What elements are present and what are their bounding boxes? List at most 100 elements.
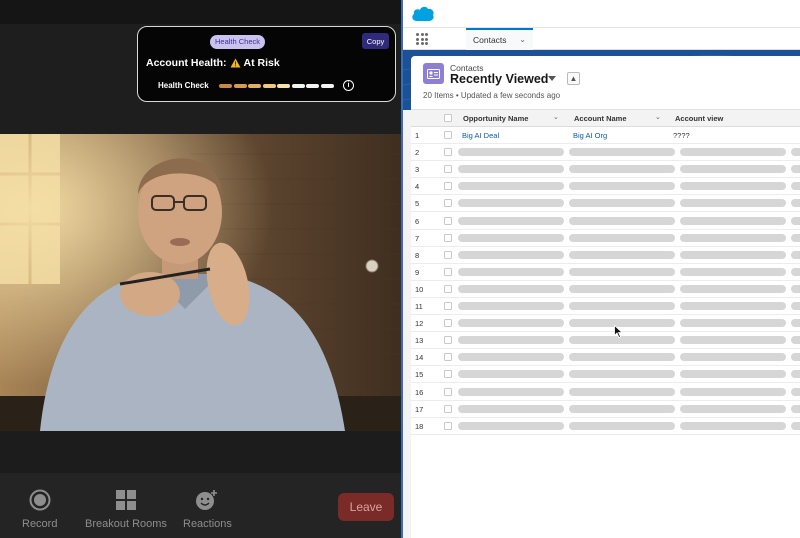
row-number: 4 (415, 182, 420, 192)
loading-placeholder (680, 148, 786, 157)
app-launcher-icon[interactable] (416, 33, 428, 45)
table-row[interactable]: 7 (411, 230, 800, 247)
column-header-account[interactable]: Account Name (574, 114, 627, 123)
chevron-down-icon[interactable]: ⌄ (519, 35, 526, 44)
participant-video-image (0, 134, 401, 431)
table-row[interactable]: 5 (411, 195, 800, 213)
loading-placeholder (680, 404, 786, 413)
row-checkbox[interactable] (444, 387, 452, 396)
column-header-opportunity[interactable]: Opportunity Name (463, 114, 528, 123)
chevron-down-icon[interactable]: ⌄ (655, 113, 661, 121)
table-row[interactable]: 10 (411, 281, 800, 298)
table-row[interactable]: 6 (411, 213, 800, 230)
select-all-checkbox[interactable] (444, 114, 452, 122)
pin-icon[interactable]: ▲ (567, 72, 580, 85)
column-header-account-view[interactable]: Account view (675, 114, 723, 123)
copy-button[interactable]: Copy (362, 33, 389, 49)
leave-button[interactable]: Leave (338, 493, 394, 521)
loading-placeholder (458, 370, 564, 379)
contacts-icon (423, 63, 444, 84)
breakout-rooms-button[interactable]: Breakout Rooms (85, 488, 167, 530)
row-checkbox[interactable] (444, 336, 452, 345)
opportunity-link[interactable]: Big AI Deal (462, 131, 499, 140)
loading-placeholder (791, 353, 800, 362)
loading-placeholder (569, 250, 675, 259)
row-checkbox[interactable] (444, 421, 452, 430)
table-row[interactable]: 16 (411, 384, 800, 401)
loading-placeholder (791, 165, 800, 174)
record-button[interactable]: Record (22, 488, 57, 530)
health-bar-segment (219, 84, 232, 88)
loading-placeholder (680, 353, 786, 362)
row-number: 14 (415, 353, 424, 363)
loading-placeholder (458, 182, 564, 191)
nav-tab-label: Contacts (473, 35, 507, 45)
screen: Health Check Copy Account Health: At Ris… (0, 0, 800, 538)
row-checkbox[interactable] (444, 199, 452, 208)
loading-placeholder (458, 336, 564, 345)
table-row[interactable]: 8 (411, 247, 800, 264)
row-checkbox[interactable] (444, 284, 452, 293)
account-health-status: At Risk (243, 57, 280, 69)
table-row[interactable]: 4 (411, 178, 800, 196)
loading-placeholder (569, 182, 675, 191)
row-checkbox[interactable] (444, 148, 452, 157)
loading-placeholder (569, 267, 675, 276)
health-bar-segment (248, 84, 261, 88)
nav-tab-contacts[interactable]: Contacts ⌄ (466, 28, 533, 50)
row-checkbox[interactable] (444, 216, 452, 225)
list-view-dropdown-icon[interactable] (548, 76, 556, 81)
loading-placeholder (569, 233, 675, 242)
row-number: 13 (415, 336, 424, 346)
row-checkbox[interactable] (444, 267, 452, 276)
table-row[interactable]: 18 (411, 418, 800, 435)
health-bar-segment (262, 84, 276, 88)
row-checkbox[interactable] (444, 302, 452, 310)
call-controls-gap (0, 431, 401, 473)
account-link[interactable]: Big AI Org (573, 131, 607, 140)
table-row[interactable]: 14 (411, 349, 800, 367)
health-check-tag[interactable]: Health Check (210, 35, 266, 49)
info-icon[interactable]: i (343, 80, 354, 91)
row-checkbox[interactable] (444, 131, 452, 139)
table-row[interactable]: 1 Big AI Deal Big AI Org???? (411, 127, 800, 144)
row-checkbox[interactable] (444, 233, 452, 242)
loading-placeholder (458, 267, 564, 276)
table-row[interactable]: 15 (411, 366, 800, 384)
loading-placeholder (458, 148, 564, 157)
account-view-cell: ???? (673, 131, 690, 140)
cloud-logo-icon[interactable] (411, 5, 435, 22)
loading-placeholder (569, 199, 675, 208)
table-row[interactable]: 2 (411, 144, 800, 162)
table-row[interactable]: 13 (411, 332, 800, 350)
table-row[interactable]: 11 (411, 298, 800, 315)
row-checkbox[interactable] (444, 353, 452, 362)
loading-placeholder (791, 336, 800, 345)
table-row[interactable]: 17 (411, 401, 800, 418)
loading-placeholder (791, 267, 800, 276)
row-checkbox[interactable] (444, 165, 452, 174)
table-header: Opportunity Name ⌄ Account Name ⌄ Accoun… (411, 109, 800, 127)
health-bar-segment (306, 84, 319, 88)
health-bar-segment (233, 84, 247, 88)
loading-placeholder (680, 284, 786, 293)
loading-placeholder (569, 302, 675, 310)
row-checkbox[interactable] (444, 182, 452, 191)
mouse-cursor-icon (614, 325, 623, 338)
reactions-button[interactable]: Reactions (183, 488, 232, 530)
row-number: 9 (415, 267, 420, 277)
table-row[interactable]: 9 (411, 264, 800, 281)
row-checkbox[interactable] (444, 370, 452, 379)
loading-placeholder (458, 302, 564, 310)
video-call-window: Health Check Copy Account Health: At Ris… (0, 0, 401, 538)
loading-placeholder (680, 267, 786, 276)
row-checkbox[interactable] (444, 404, 452, 413)
row-checkbox[interactable] (444, 319, 452, 328)
table-row[interactable]: 3 (411, 161, 800, 179)
table-row[interactable]: 12 (411, 315, 800, 333)
health-check-label: Health Check (158, 81, 209, 90)
row-checkbox[interactable] (444, 250, 452, 259)
record-icon (29, 488, 51, 512)
chevron-down-icon[interactable]: ⌄ (553, 113, 559, 121)
loading-placeholder (680, 387, 786, 396)
